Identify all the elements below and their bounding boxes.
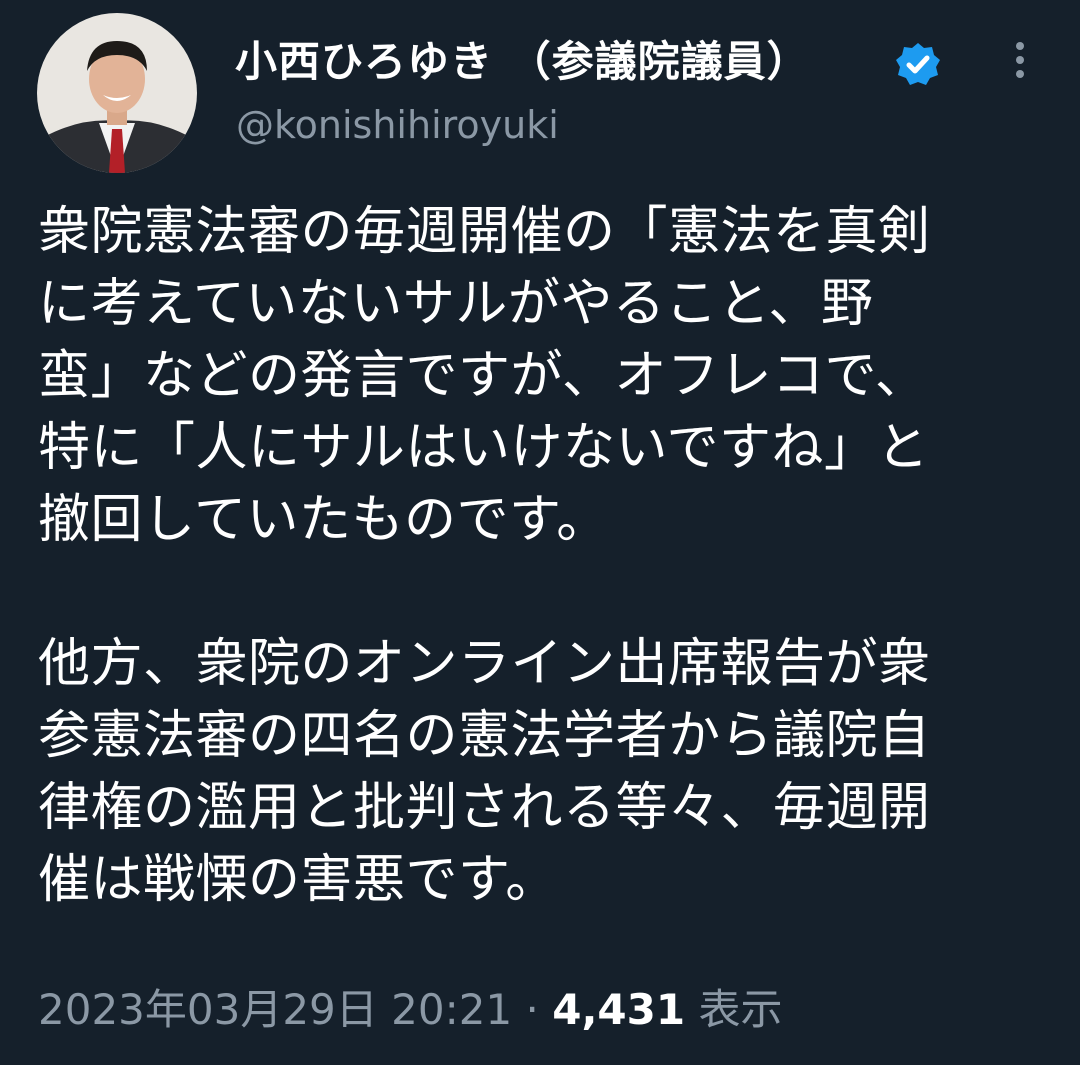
more-vertical-icon[interactable] bbox=[1000, 38, 1040, 82]
tweet-line: 参憲法審の四名の憲法学者から議院自 bbox=[38, 706, 931, 766]
tweet-line: 律権の濫用と批判される等々、毎週開 bbox=[38, 778, 931, 838]
tweet-line: 催は戦慄の害悪です。 bbox=[38, 850, 558, 910]
tweet-line: 撤回していたものです。 bbox=[38, 490, 609, 550]
tweet-paragraph: 衆院憲法審の毎週開催の「憲法を真剣 に考えていないサルがやること、野 蛮」などの… bbox=[38, 196, 1048, 556]
tweet-paragraph: 他方、衆院のオンライン出席報告が衆 参憲法審の四名の憲法学者から議院自 律権の濫… bbox=[38, 628, 1048, 916]
tweet-meta: 2023年03月29日 20:21 · 4,431 表示 bbox=[38, 982, 782, 1038]
tweet-line: 他方、衆院のオンライン出席報告が衆 bbox=[38, 634, 931, 694]
avatar[interactable] bbox=[37, 13, 197, 173]
meta-separator: · bbox=[525, 985, 539, 1034]
verified-badge-icon bbox=[893, 40, 943, 90]
tweet-text: 衆院憲法審の毎週開催の「憲法を真剣 に考えていないサルがやること、野 蛮」などの… bbox=[38, 196, 1048, 916]
tweet-line: 特に「人にサルはいけないですね」と bbox=[38, 418, 929, 478]
tweet-line: に考えていないサルがやること、野 bbox=[38, 274, 874, 334]
views-count[interactable]: 4,431 bbox=[552, 985, 685, 1034]
author-handle[interactable]: @konishihiroyuki bbox=[236, 100, 559, 150]
tweet-line: 衆院憲法審の毎週開催の「憲法を真剣 bbox=[38, 202, 931, 262]
tweet-line: 蛮」などの発言ですが、オフレコで、 bbox=[38, 346, 928, 406]
author-display-name[interactable]: 小西ひろゆき （参議院議員） bbox=[235, 34, 810, 90]
tweet-timestamp[interactable]: 2023年03月29日 20:21 bbox=[38, 985, 512, 1034]
views-label: 表示 bbox=[698, 985, 783, 1034]
